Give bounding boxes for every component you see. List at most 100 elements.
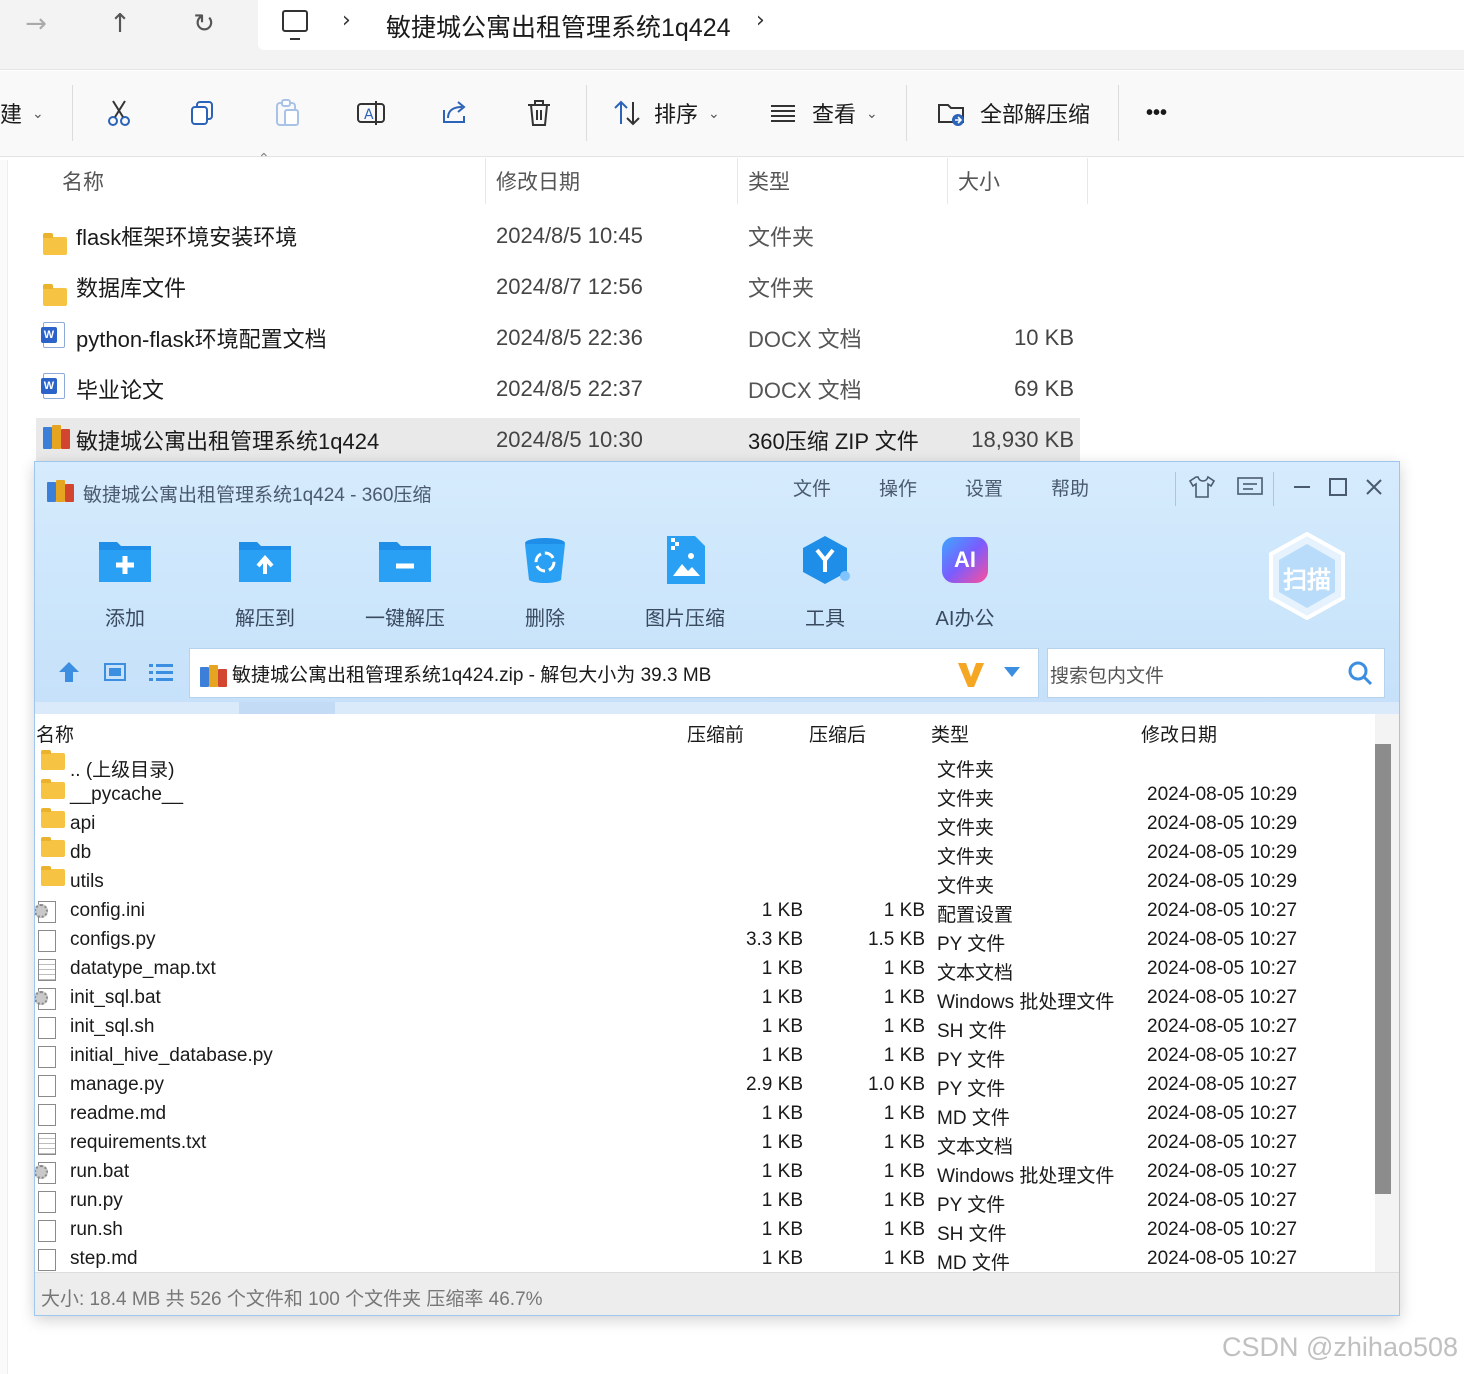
archive-scrollbar[interactable] [1375,714,1399,1272]
archive-row[interactable]: run.bat 1 KB 1 KB Windows 批处理文件 2024-08-05 1… [35,1157,1375,1187]
add-files-icon [96,534,154,586]
archive-column-name[interactable]: 名称 [36,720,74,747]
new-button[interactable]: 建 ⌄ [0,93,44,133]
chevron-down-icon: ⌄ [32,104,44,121]
archive-row[interactable]: requirements.txt 1 KB 1 KB 文本文档 2024-08-05 1… [35,1128,1375,1158]
image-compress-button[interactable]: 图片压缩 [630,534,740,631]
archive-row[interactable]: init_sql.bat 1 KB 1 KB Windows 批处理文件 2024-08… [35,983,1375,1013]
copy-button[interactable] [188,93,218,133]
breadcrumb-current-folder[interactable]: 敏捷城公寓出租管理系统1q424 [386,8,731,44]
up-arrow-icon[interactable]: ↑ [100,6,140,42]
archive-row[interactable]: .. (上级目录) 文件夹 [35,750,1375,781]
folder-icon [41,866,65,886]
view-button[interactable]: 查看 ⌄ [768,93,878,133]
address-field[interactable]: › 敏捷城公寓出租管理系统1q424 › [258,0,1464,50]
tools-button[interactable]: 工具 [770,534,880,631]
column-header-name[interactable]: 名称 ⌃ [52,150,486,204]
list-view-icon[interactable] [147,660,175,689]
file-icon [38,1249,56,1271]
rename-button[interactable]: A [356,93,386,133]
search-icon[interactable] [1346,659,1374,692]
archive-row[interactable]: config.ini 1 KB 1 KB 配置设置 2024-08-05 10:27 [35,896,1375,926]
extract-all-button[interactable]: 全部解压缩 [936,93,1090,133]
sort-button[interactable]: 排序 ⌄ [612,93,720,133]
thumbnail-view-icon[interactable] [103,660,127,689]
archive-row-type: 文件夹 [937,760,995,781]
archive-row[interactable]: db 文件夹 2024-08-05 10:29 [35,837,1375,868]
archive-row-date: 2024-08-05 10:29 [1147,813,1298,834]
archive-row[interactable]: configs.py 3.3 KB 1.5 KB PY 文件 2024-08-05 10… [35,925,1375,955]
archive-row[interactable]: step.md 1 KB 1 KB MD 文件 2024-08-05 10:27 [35,1244,1375,1274]
chevron-right-icon[interactable]: › [756,8,765,33]
extract-to-button[interactable]: 解压到 [210,534,320,631]
file-row[interactable]: flask框架环境安装环境 2024/8/5 10:45 文件夹 [36,214,1080,258]
menu-file[interactable]: 文件 [793,474,831,501]
feedback-icon[interactable] [1233,472,1267,502]
archive-row-type: 文本文档 [937,1137,1014,1158]
forward-arrow-icon[interactable]: → [16,6,56,42]
skin-shirt-icon[interactable] [1185,472,1219,502]
archive-search-input[interactable]: 搜索包内文件 [1047,648,1385,698]
archive-row[interactable]: api 文件夹 2024-08-05 10:29 [35,808,1375,839]
archive-row[interactable]: run.sh 1 KB 1 KB SH 文件 2024-08-05 10:27 [35,1215,1375,1245]
file-row[interactable]: W 毕业论文 2024/8/5 22:37 DOCX 文档 69 KB [36,367,1080,411]
extract-folder-icon [236,534,294,586]
file-date: 2024/8/7 12:56 [496,274,643,299]
v-logo-icon[interactable] [956,659,986,694]
archive-row[interactable]: __pycache__ 文件夹 2024-08-05 10:29 [35,779,1375,810]
file-row[interactable]: 数据库文件 2024/8/7 12:56 文件夹 [36,265,1080,309]
archive-row-date: 2024-08-05 10:27 [1147,1045,1298,1066]
refresh-icon[interactable]: ↻ [184,6,224,42]
extract-all-label: 全部解压缩 [980,102,1091,127]
archive-row[interactable]: utils 文件夹 2024-08-05 10:29 [35,866,1375,897]
word-doc-icon: W [41,373,65,399]
archive-row[interactable]: initial_hive_database.py 1 KB 1 KB PY 文件 202… [35,1041,1375,1071]
scan-label[interactable]: 扫描 [1283,560,1331,595]
cut-button[interactable] [104,93,134,133]
archive-row[interactable]: run.py 1 KB 1 KB PY 文件 2024-08-05 10:27 [35,1186,1375,1216]
archive-column-after[interactable]: 压缩后 [809,720,866,747]
delete-button[interactable]: 删除 [490,534,600,631]
file-type: 文件夹 [748,276,815,301]
chevron-down-icon[interactable] [1002,665,1022,684]
add-button[interactable]: 添加 [70,534,180,631]
ai-office-button[interactable]: AI AI办公 [910,534,1020,631]
archive-row-type: PY 文件 [937,1195,1006,1216]
one-click-extract-button[interactable]: 一键解压 [350,534,460,631]
archive-row-after: 1 KB [883,1248,925,1269]
archive-row[interactable]: manage.py 2.9 KB 1.0 KB PY 文件 2024-08-05 10:… [35,1070,1375,1100]
column-date-label: 修改日期 [496,171,580,194]
minimize-icon[interactable] [1285,472,1319,502]
column-header-size[interactable]: 大小 [948,158,1088,204]
zip-archive-icon [200,663,228,687]
scrollbar-thumb[interactable] [1375,744,1391,1194]
paste-button[interactable] [272,93,302,133]
ai-office-label: AI办公 [935,608,995,630]
share-button[interactable] [440,93,470,133]
archive-row[interactable]: readme.md 1 KB 1 KB MD 文件 2024-08-05 10:27 [35,1099,1375,1129]
menu-operate[interactable]: 操作 [879,474,917,501]
archive-path-field[interactable]: 敏捷城公寓出租管理系统1q424.zip - 解包大小为 39.3 MB [189,648,1039,698]
up-level-arrow-icon[interactable] [57,660,81,689]
archive-row[interactable]: datatype_map.txt 1 KB 1 KB 文本文档 2024-08-05 1… [35,954,1375,984]
column-header-type[interactable]: 类型 [738,158,948,204]
menu-help[interactable]: 帮助 [1051,474,1089,501]
archive-row-after: 1 KB [883,1161,925,1182]
file-type: DOCX 文档 [748,378,862,403]
copy-icon [191,101,213,125]
archive-row-after: 1.0 KB [867,1074,925,1095]
column-header-date[interactable]: 修改日期 [486,158,738,204]
archive-row[interactable]: init_sql.sh 1 KB 1 KB SH 文件 2024-08-05 10:27 [35,1012,1375,1042]
delete-button[interactable] [524,93,554,133]
more-options-icon[interactable]: ••• [1146,93,1167,133]
close-icon[interactable] [1357,472,1391,502]
archive-column-date[interactable]: 修改日期 [1141,720,1217,747]
archive-column-before[interactable]: 压缩前 [687,720,744,747]
archive-row-date: 2024-08-05 10:27 [1147,958,1298,979]
archive-column-type[interactable]: 类型 [931,720,969,747]
menu-settings[interactable]: 设置 [965,474,1003,501]
maximize-icon[interactable] [1321,472,1355,502]
file-row-selected[interactable]: 敏捷城公寓出租管理系统1q424 2024/8/5 10:30 360压缩 ZI… [36,418,1080,462]
file-name: flask框架环境安装环境 [76,225,298,250]
file-row[interactable]: W python-flask环境配置文档 2024/8/5 22:36 DOCX… [36,316,1080,360]
